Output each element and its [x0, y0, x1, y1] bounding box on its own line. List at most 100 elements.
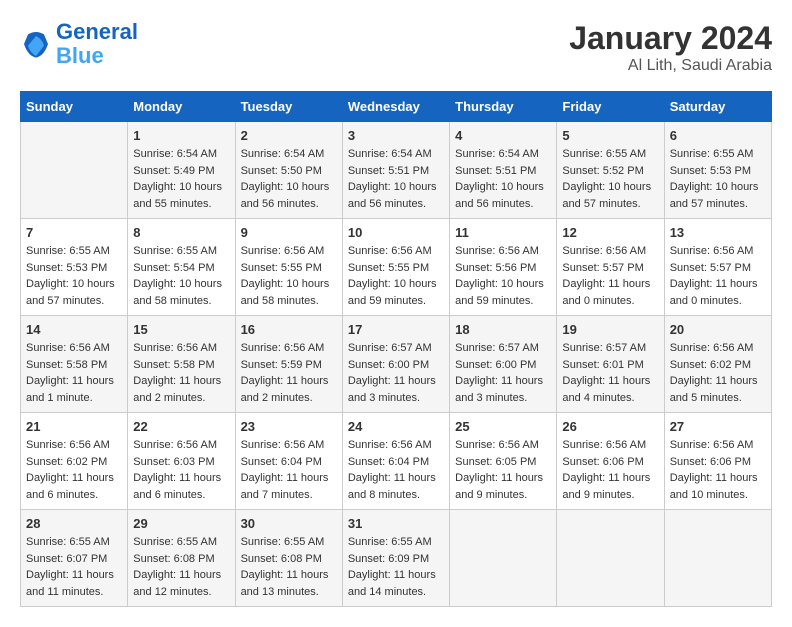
- day-info: Sunrise: 6:54 AM Sunset: 5:51 PM Dayligh…: [348, 146, 444, 212]
- calendar-cell: 21 Sunrise: 6:56 AM Sunset: 6:02 PM Dayli…: [21, 413, 128, 510]
- day-info: Sunrise: 6:56 AM Sunset: 6:04 PM Dayligh…: [241, 437, 337, 503]
- day-info: Sunrise: 6:56 AM Sunset: 5:58 PM Dayligh…: [26, 340, 122, 406]
- week-row-1: 1Sunrise: 6:54 AM Sunset: 5:49 PM Daylig…: [21, 122, 772, 219]
- calendar-cell: [21, 122, 128, 219]
- calendar-cell: 25 Sunrise: 6:56 AM Sunset: 6:05 PM Dayli…: [450, 413, 557, 510]
- day-info: Sunrise: 6:54 AM Sunset: 5:51 PM Dayligh…: [455, 146, 551, 212]
- day-number: 24: [348, 419, 444, 434]
- column-header-wednesday: Wednesday: [342, 92, 449, 122]
- day-info: Sunrise: 6:55 AM Sunset: 5:53 PM Dayligh…: [26, 243, 122, 309]
- day-info: Sunrise: 6:56 AM Sunset: 5:55 PM Dayligh…: [348, 243, 444, 309]
- day-number: 1: [133, 128, 229, 143]
- calendar-table: SundayMondayTuesdayWednesdayThursdayFrid…: [20, 91, 772, 607]
- day-info: Sunrise: 6:55 AM Sunset: 6:08 PM Dayligh…: [241, 534, 337, 600]
- day-number: 10: [348, 225, 444, 240]
- day-number: 11: [455, 225, 551, 240]
- day-number: 26: [562, 419, 658, 434]
- calendar-cell: [557, 510, 664, 607]
- calendar-cell: 16Sunrise: 6:56 AM Sunset: 5:59 PM Dayli…: [235, 316, 342, 413]
- day-info: Sunrise: 6:56 AM Sunset: 5:57 PM Dayligh…: [562, 243, 658, 309]
- calendar-cell: 8 Sunrise: 6:55 AM Sunset: 5:54 PM Daylig…: [128, 219, 235, 316]
- column-header-saturday: Saturday: [664, 92, 771, 122]
- day-number: 21: [26, 419, 122, 434]
- day-number: 3: [348, 128, 444, 143]
- calendar-cell: 30Sunrise: 6:55 AM Sunset: 6:08 PM Dayli…: [235, 510, 342, 607]
- day-info: Sunrise: 6:56 AM Sunset: 5:56 PM Dayligh…: [455, 243, 551, 309]
- calendar-cell: 17Sunrise: 6:57 AM Sunset: 6:00 PM Dayli…: [342, 316, 449, 413]
- calendar-cell: 18 Sunrise: 6:57 AM Sunset: 6:00 PM Dayli…: [450, 316, 557, 413]
- calendar-header-row: SundayMondayTuesdayWednesdayThursdayFrid…: [21, 92, 772, 122]
- day-number: 4: [455, 128, 551, 143]
- day-info: Sunrise: 6:56 AM Sunset: 5:55 PM Dayligh…: [241, 243, 337, 309]
- day-number: 14: [26, 322, 122, 337]
- calendar-subtitle: Al Lith, Saudi Arabia: [569, 57, 772, 75]
- column-header-monday: Monday: [128, 92, 235, 122]
- day-info: Sunrise: 6:57 AM Sunset: 6:00 PM Dayligh…: [455, 340, 551, 406]
- day-number: 27: [670, 419, 766, 434]
- day-number: 19: [562, 322, 658, 337]
- day-info: Sunrise: 6:56 AM Sunset: 6:05 PM Dayligh…: [455, 437, 551, 503]
- column-header-friday: Friday: [557, 92, 664, 122]
- day-info: Sunrise: 6:56 AM Sunset: 6:06 PM Dayligh…: [670, 437, 766, 503]
- day-number: 23: [241, 419, 337, 434]
- week-row-5: 28Sunrise: 6:55 AM Sunset: 6:07 PM Dayli…: [21, 510, 772, 607]
- day-number: 5: [562, 128, 658, 143]
- calendar-cell: 1Sunrise: 6:54 AM Sunset: 5:49 PM Daylig…: [128, 122, 235, 219]
- calendar-cell: 7 Sunrise: 6:55 AM Sunset: 5:53 PM Daylig…: [21, 219, 128, 316]
- day-number: 7: [26, 225, 122, 240]
- day-number: 9: [241, 225, 337, 240]
- logo-icon: [20, 28, 52, 60]
- calendar-cell: 23 Sunrise: 6:56 AM Sunset: 6:04 PM Dayli…: [235, 413, 342, 510]
- calendar-cell: 3 Sunrise: 6:54 AM Sunset: 5:51 PM Daylig…: [342, 122, 449, 219]
- calendar-cell: 19 Sunrise: 6:57 AM Sunset: 6:01 PM Dayli…: [557, 316, 664, 413]
- calendar-cell: 22Sunrise: 6:56 AM Sunset: 6:03 PM Dayli…: [128, 413, 235, 510]
- day-number: 18: [455, 322, 551, 337]
- calendar-cell: 4 Sunrise: 6:54 AM Sunset: 5:51 PM Daylig…: [450, 122, 557, 219]
- day-info: Sunrise: 6:57 AM Sunset: 6:01 PM Dayligh…: [562, 340, 658, 406]
- day-number: 28: [26, 516, 122, 531]
- day-number: 22: [133, 419, 229, 434]
- calendar-cell: 20Sunrise: 6:56 AM Sunset: 6:02 PM Dayli…: [664, 316, 771, 413]
- day-number: 29: [133, 516, 229, 531]
- calendar-cell: 26 Sunrise: 6:56 AM Sunset: 6:06 PM Dayli…: [557, 413, 664, 510]
- calendar-cell: 2Sunrise: 6:54 AM Sunset: 5:50 PM Daylig…: [235, 122, 342, 219]
- day-number: 15: [133, 322, 229, 337]
- page-header: General Blue January 2024 Al Lith, Saudi…: [20, 20, 772, 75]
- logo: General Blue: [20, 20, 138, 68]
- calendar-cell: [450, 510, 557, 607]
- day-number: 31: [348, 516, 444, 531]
- calendar-cell: 28Sunrise: 6:55 AM Sunset: 6:07 PM Dayli…: [21, 510, 128, 607]
- calendar-cell: 5 Sunrise: 6:55 AM Sunset: 5:52 PM Daylig…: [557, 122, 664, 219]
- day-info: Sunrise: 6:56 AM Sunset: 6:06 PM Dayligh…: [562, 437, 658, 503]
- day-info: Sunrise: 6:55 AM Sunset: 5:54 PM Dayligh…: [133, 243, 229, 309]
- day-info: Sunrise: 6:55 AM Sunset: 6:09 PM Dayligh…: [348, 534, 444, 600]
- calendar-cell: 15 Sunrise: 6:56 AM Sunset: 5:58 PM Dayli…: [128, 316, 235, 413]
- column-header-sunday: Sunday: [21, 92, 128, 122]
- day-info: Sunrise: 6:56 AM Sunset: 5:57 PM Dayligh…: [670, 243, 766, 309]
- day-info: Sunrise: 6:56 AM Sunset: 5:58 PM Dayligh…: [133, 340, 229, 406]
- calendar-cell: [664, 510, 771, 607]
- calendar-cell: 6Sunrise: 6:55 AM Sunset: 5:53 PM Daylig…: [664, 122, 771, 219]
- calendar-cell: 9 Sunrise: 6:56 AM Sunset: 5:55 PM Daylig…: [235, 219, 342, 316]
- day-info: Sunrise: 6:56 AM Sunset: 5:59 PM Dayligh…: [241, 340, 337, 406]
- day-number: 12: [562, 225, 658, 240]
- day-number: 8: [133, 225, 229, 240]
- week-row-2: 7 Sunrise: 6:55 AM Sunset: 5:53 PM Daylig…: [21, 219, 772, 316]
- calendar-cell: 11 Sunrise: 6:56 AM Sunset: 5:56 PM Dayli…: [450, 219, 557, 316]
- day-number: 20: [670, 322, 766, 337]
- day-info: Sunrise: 6:56 AM Sunset: 6:02 PM Dayligh…: [26, 437, 122, 503]
- day-number: 13: [670, 225, 766, 240]
- calendar-title: January 2024: [569, 20, 772, 57]
- calendar-cell: 13 Sunrise: 6:56 AM Sunset: 5:57 PM Dayli…: [664, 219, 771, 316]
- day-info: Sunrise: 6:55 AM Sunset: 5:52 PM Dayligh…: [562, 146, 658, 212]
- column-header-tuesday: Tuesday: [235, 92, 342, 122]
- column-header-thursday: Thursday: [450, 92, 557, 122]
- week-row-3: 14 Sunrise: 6:56 AM Sunset: 5:58 PM Dayli…: [21, 316, 772, 413]
- logo-text: General Blue: [56, 20, 138, 68]
- calendar-cell: 24 Sunrise: 6:56 AM Sunset: 6:04 PM Dayli…: [342, 413, 449, 510]
- day-number: 25: [455, 419, 551, 434]
- calendar-cell: 31 Sunrise: 6:55 AM Sunset: 6:09 PM Dayli…: [342, 510, 449, 607]
- day-info: Sunrise: 6:56 AM Sunset: 6:04 PM Dayligh…: [348, 437, 444, 503]
- title-block: January 2024 Al Lith, Saudi Arabia: [569, 20, 772, 75]
- day-number: 6: [670, 128, 766, 143]
